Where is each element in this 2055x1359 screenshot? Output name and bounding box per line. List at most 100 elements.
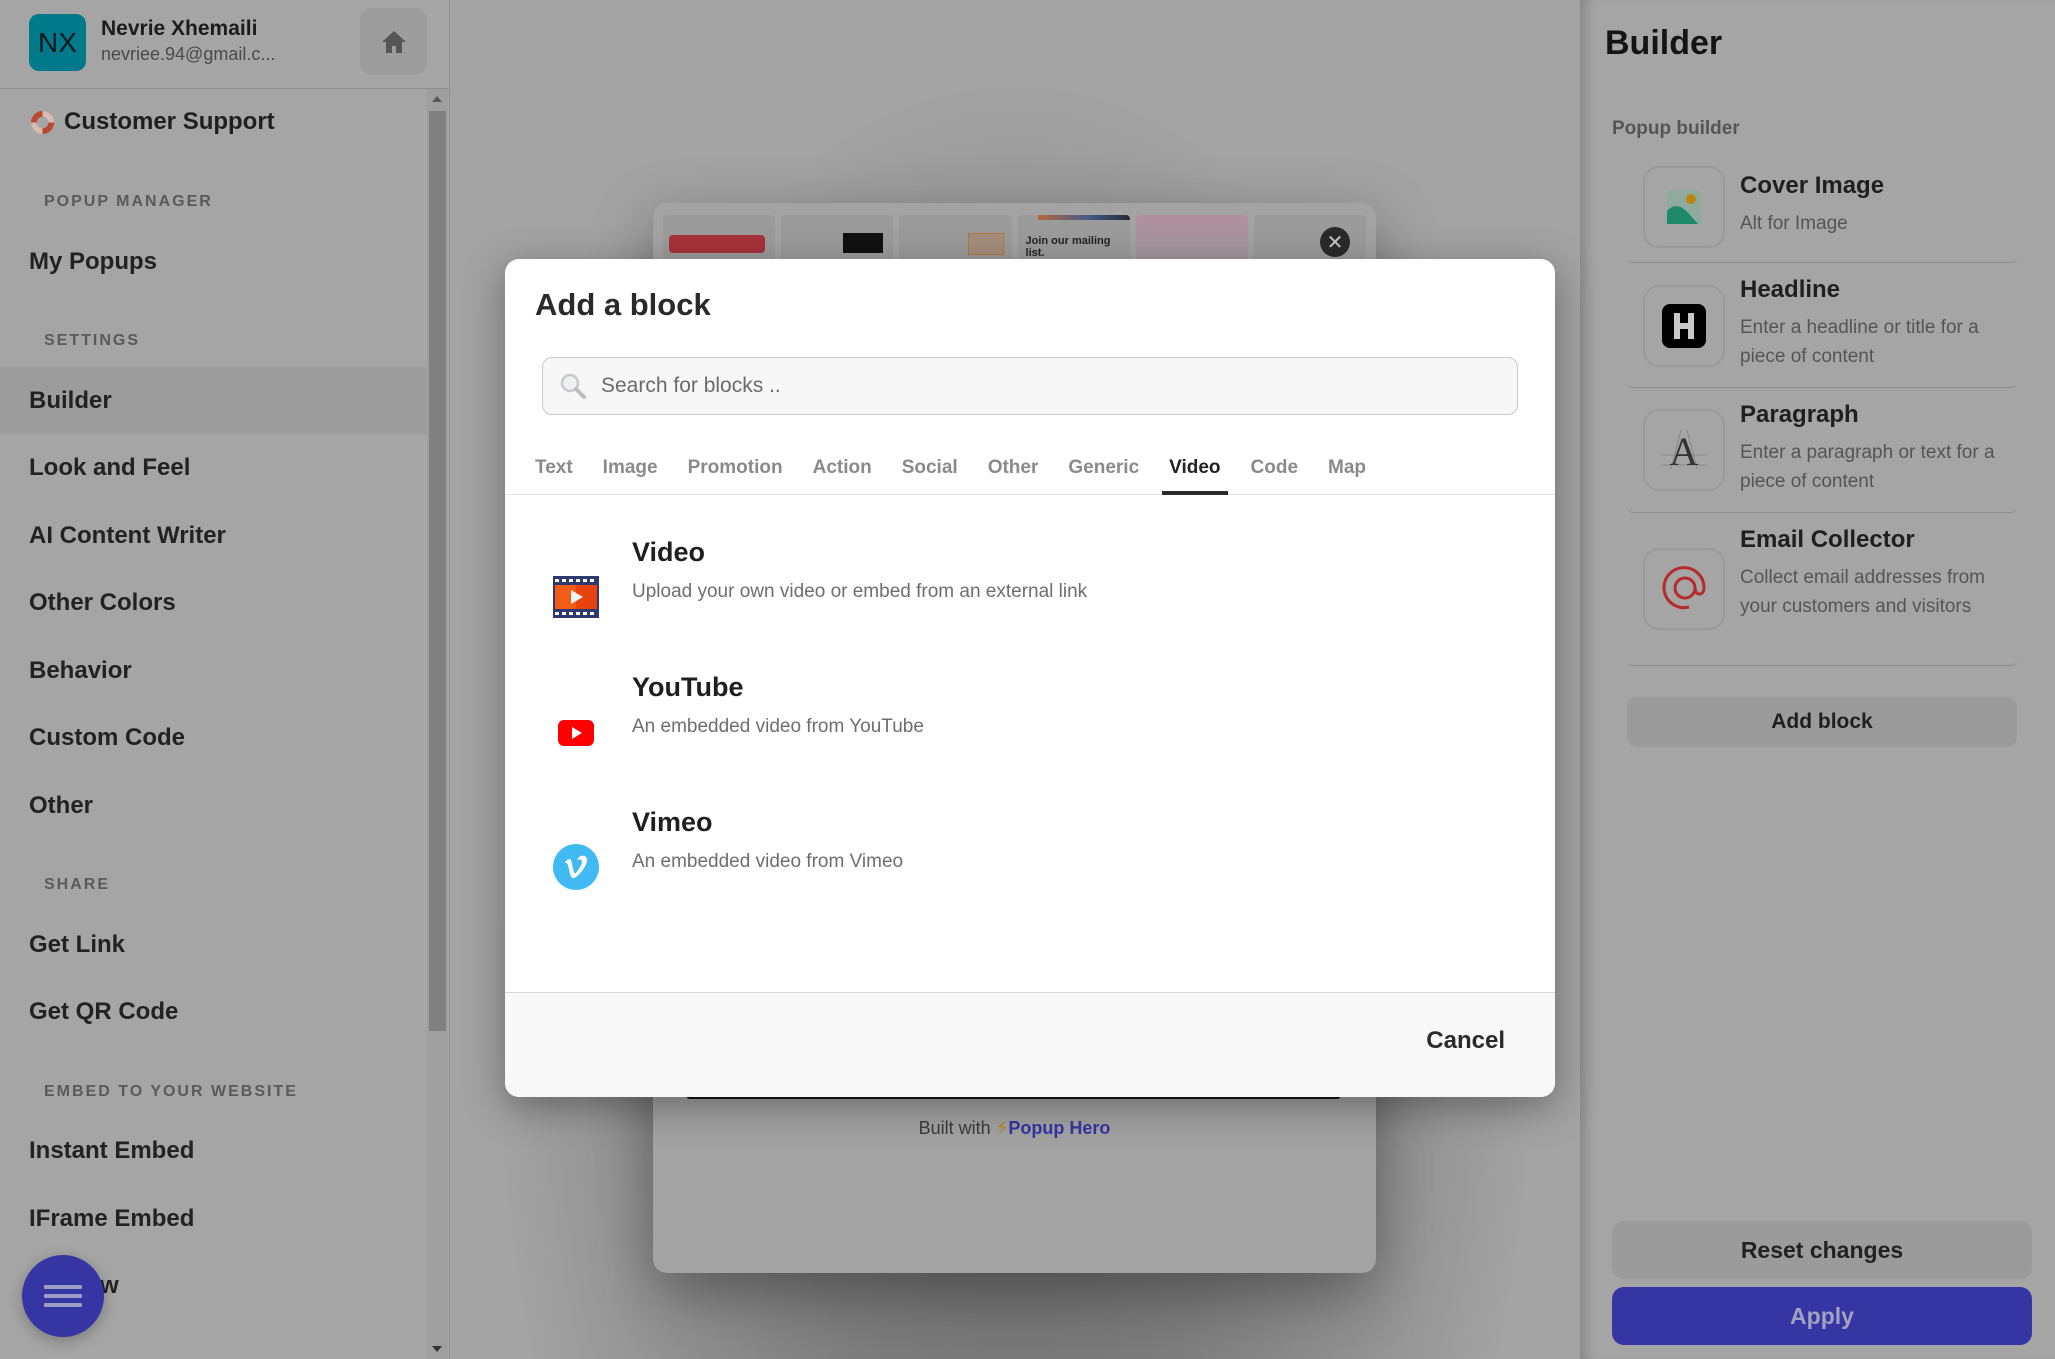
lightning-icon: ⚡ bbox=[995, 1118, 1009, 1138]
builder-block-desc: Enter a paragraph or text for a piece of… bbox=[1740, 442, 1995, 492]
cover-image-icon-box bbox=[1643, 166, 1725, 248]
tab-map[interactable]: Map bbox=[1328, 449, 1366, 494]
template-strip: Join our mailing list. bbox=[663, 215, 1367, 265]
home-button[interactable] bbox=[360, 8, 427, 75]
built-with-footer: Built with ⚡Popup Hero bbox=[653, 1118, 1376, 1139]
block-description: Upload your own video or embed from an e… bbox=[632, 581, 1088, 602]
image-icon bbox=[1667, 190, 1701, 224]
hamburger-icon-line bbox=[44, 1294, 82, 1298]
built-with-label: Built with bbox=[918, 1118, 991, 1138]
tab-generic[interactable]: Generic bbox=[1068, 449, 1139, 494]
block-description: An embedded video from Vimeo bbox=[632, 851, 904, 872]
svg-text:A: A bbox=[1670, 429, 1699, 473]
builder-block-name: Cover Image bbox=[1740, 172, 1885, 199]
lifebuoy-icon bbox=[30, 110, 55, 134]
sidebar-item-instant-embed[interactable]: Instant Embed bbox=[0, 1117, 427, 1184]
panel-subtitle: Popup builder bbox=[1612, 118, 1740, 139]
builder-block-cover-image[interactable]: Cover Image Alt for Image bbox=[1627, 162, 2017, 263]
modal-title: Add a block bbox=[535, 287, 711, 322]
hamburger-icon-line bbox=[44, 1303, 82, 1307]
sidebar-item-my-popups[interactable]: My Popups bbox=[0, 228, 427, 295]
headline-icon bbox=[1662, 304, 1706, 348]
sidebar-scrollbar[interactable] bbox=[427, 89, 448, 1359]
paragraph-icon-box: A bbox=[1643, 409, 1725, 491]
email-collector-icon-box bbox=[1643, 548, 1725, 630]
builder-block-name: Paragraph bbox=[1740, 401, 1859, 428]
avatar[interactable]: NX bbox=[29, 14, 86, 71]
template-thumb[interactable] bbox=[899, 215, 1012, 265]
popup-hero-link[interactable]: Popup Hero bbox=[1008, 1118, 1110, 1138]
block-name: Vimeo bbox=[632, 807, 713, 837]
tab-code[interactable]: Code bbox=[1251, 449, 1299, 494]
template-thumb[interactable] bbox=[781, 215, 894, 265]
scrollbar-thumb[interactable] bbox=[429, 111, 446, 1031]
sidebar-item-other-colors[interactable]: Other Colors bbox=[0, 569, 427, 636]
block-description: An embedded video from YouTube bbox=[632, 716, 924, 737]
builder-block-headline[interactable]: Headline Enter a headline or title for a… bbox=[1627, 263, 2017, 388]
sidebar-item-get-qr-code[interactable]: Get QR Code bbox=[0, 978, 427, 1045]
builder-block-name: Email Collector bbox=[1740, 526, 1915, 553]
template-thumb[interactable] bbox=[663, 215, 776, 265]
add-block-button[interactable]: Add block bbox=[1627, 697, 2017, 747]
cancel-button[interactable]: Cancel bbox=[1426, 1027, 1505, 1055]
sidebar: NX Nevrie Xhemaili nevriee.94@gmail.c...… bbox=[0, 0, 450, 1359]
builder-block-name: Headline bbox=[1740, 276, 1841, 303]
block-item-youtube[interactable]: YouTube An embedded video from YouTube bbox=[505, 672, 1555, 807]
template-thumb-text: Join our mailing list. bbox=[1025, 235, 1111, 259]
tab-image[interactable]: Image bbox=[603, 449, 658, 494]
sidebar-item-look-and-feel[interactable]: Look and Feel bbox=[0, 434, 427, 501]
sidebar-item-custom-code[interactable]: Custom Code bbox=[0, 704, 427, 771]
user-email: nevriee.94@gmail.c... bbox=[101, 44, 276, 64]
tab-action[interactable]: Action bbox=[813, 449, 872, 494]
search-box bbox=[542, 357, 1518, 415]
headline-icon-box bbox=[1643, 285, 1725, 367]
paragraph-icon: A bbox=[1662, 429, 1706, 473]
template-thumb[interactable]: Join our mailing list. bbox=[1017, 215, 1130, 265]
builder-block-desc: Alt for Image bbox=[1740, 213, 1848, 234]
search-icon bbox=[560, 373, 586, 399]
builder-block-paragraph[interactable]: A Paragraph Enter a paragraph or text fo… bbox=[1627, 388, 2017, 513]
sidebar-item-iframe-embed[interactable]: IFrame Embed bbox=[0, 1185, 427, 1252]
tab-social[interactable]: Social bbox=[902, 449, 958, 494]
section-share: SHARE bbox=[44, 876, 111, 893]
sidebar-item-behavior[interactable]: Behavior bbox=[0, 637, 427, 704]
block-item-vimeo[interactable]: Vimeo An embedded video from Vimeo bbox=[505, 807, 1555, 942]
menu-fab-button[interactable] bbox=[22, 1255, 104, 1337]
modal-footer: Cancel bbox=[505, 992, 1555, 1097]
block-name: YouTube bbox=[632, 672, 744, 702]
user-header: NX Nevrie Xhemaili nevriee.94@gmail.c... bbox=[0, 0, 449, 89]
template-thumb[interactable] bbox=[1135, 215, 1248, 265]
sidebar-item-other[interactable]: Other bbox=[0, 772, 427, 839]
sidebar-item-builder[interactable]: Builder bbox=[0, 367, 427, 434]
close-icon[interactable]: ✕ bbox=[1320, 227, 1350, 257]
tab-text[interactable]: Text bbox=[535, 449, 573, 494]
user-name: Nevrie Xhemaili bbox=[101, 17, 258, 40]
video-film-icon bbox=[553, 576, 599, 618]
tab-other[interactable]: Other bbox=[988, 449, 1039, 494]
sidebar-item-ai-content-writer[interactable]: AI Content Writer bbox=[0, 502, 427, 569]
section-settings: SETTINGS bbox=[44, 332, 141, 349]
sidebar-item-get-link[interactable]: Get Link bbox=[0, 911, 427, 978]
vimeo-icon bbox=[553, 844, 599, 890]
add-block-modal: Add a block Text Image Promotion Action … bbox=[505, 259, 1555, 1097]
block-list: Video Upload your own video or embed fro… bbox=[505, 537, 1555, 942]
builder-panel: Builder Popup builder Cover Image Alt fo… bbox=[1580, 0, 2055, 1359]
tab-video[interactable]: Video bbox=[1162, 449, 1228, 495]
block-name: Video bbox=[632, 537, 706, 567]
section-embed: EMBED TO YOUR WEBSITE bbox=[44, 1083, 298, 1100]
reset-changes-button[interactable]: Reset changes bbox=[1612, 1221, 2032, 1279]
scroll-down-arrow-icon[interactable] bbox=[432, 1346, 442, 1352]
tab-promotion[interactable]: Promotion bbox=[688, 449, 783, 494]
customer-support-link[interactable]: Customer Support bbox=[29, 108, 275, 136]
search-input[interactable] bbox=[601, 374, 1481, 398]
section-popup-manager: POPUP MANAGER bbox=[44, 193, 213, 210]
youtube-icon bbox=[558, 720, 594, 746]
hamburger-icon-line bbox=[44, 1285, 82, 1289]
customer-support-label: Customer Support bbox=[64, 108, 275, 135]
at-sign-icon bbox=[1662, 566, 1706, 610]
panel-title: Builder bbox=[1605, 24, 1723, 62]
scroll-up-arrow-icon[interactable] bbox=[432, 96, 442, 102]
apply-button[interactable]: Apply bbox=[1612, 1287, 2032, 1345]
block-item-video[interactable]: Video Upload your own video or embed fro… bbox=[505, 537, 1555, 672]
builder-block-email-collector[interactable]: Email Collector Collect email addresses … bbox=[1627, 513, 2017, 666]
